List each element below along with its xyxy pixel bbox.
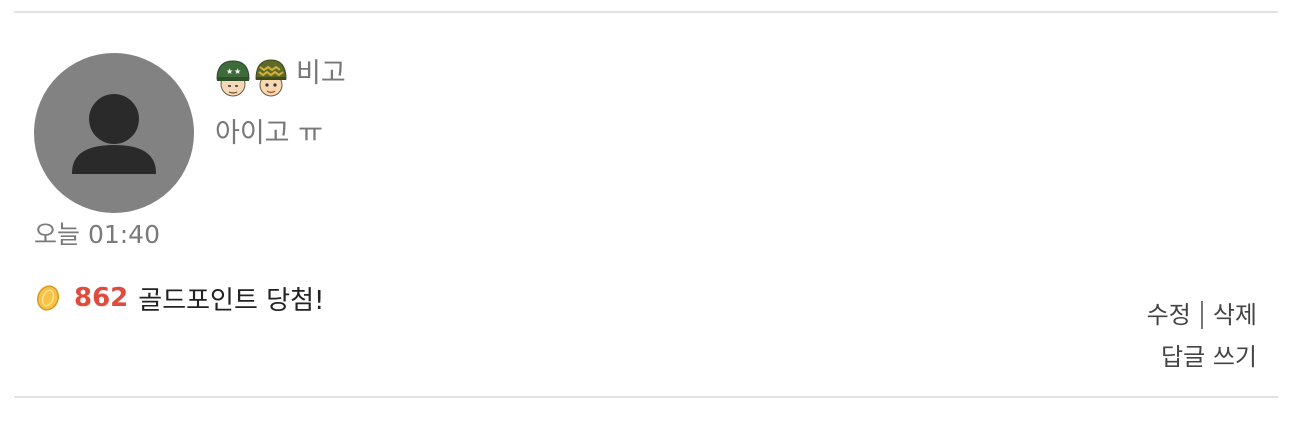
gold-point-value: 862 (74, 283, 129, 313)
delete-button[interactable]: 삭제 (1213, 299, 1257, 331)
username[interactable]: 비고 (296, 57, 346, 91)
user-silhouette-icon (72, 94, 156, 174)
soldier-helmet-icon: ★ ★ (214, 57, 252, 99)
svg-text:★: ★ (234, 67, 241, 76)
comment-text: 아이고 ㅠ (215, 118, 323, 149)
svg-text:★: ★ (226, 67, 233, 76)
gold-coin-icon (34, 284, 62, 312)
comment-actions: 수정 삭제 (1147, 299, 1257, 331)
top-divider (14, 11, 1278, 13)
camo-soldier-icon (252, 57, 290, 99)
reply-button[interactable]: 답글 쓰기 (1161, 341, 1257, 373)
gold-point-label: 골드포인트 당첨! (138, 285, 325, 316)
action-separator (1200, 301, 1203, 329)
edit-button[interactable]: 수정 (1147, 299, 1191, 331)
comment-timestamp: 오늘 01:40 (34, 220, 160, 249)
gold-point-notice: 862 골드포인트 당첨! (34, 280, 324, 316)
avatar[interactable] (34, 53, 194, 213)
bottom-divider (14, 396, 1278, 398)
user-badges: ★ ★ (214, 57, 290, 99)
